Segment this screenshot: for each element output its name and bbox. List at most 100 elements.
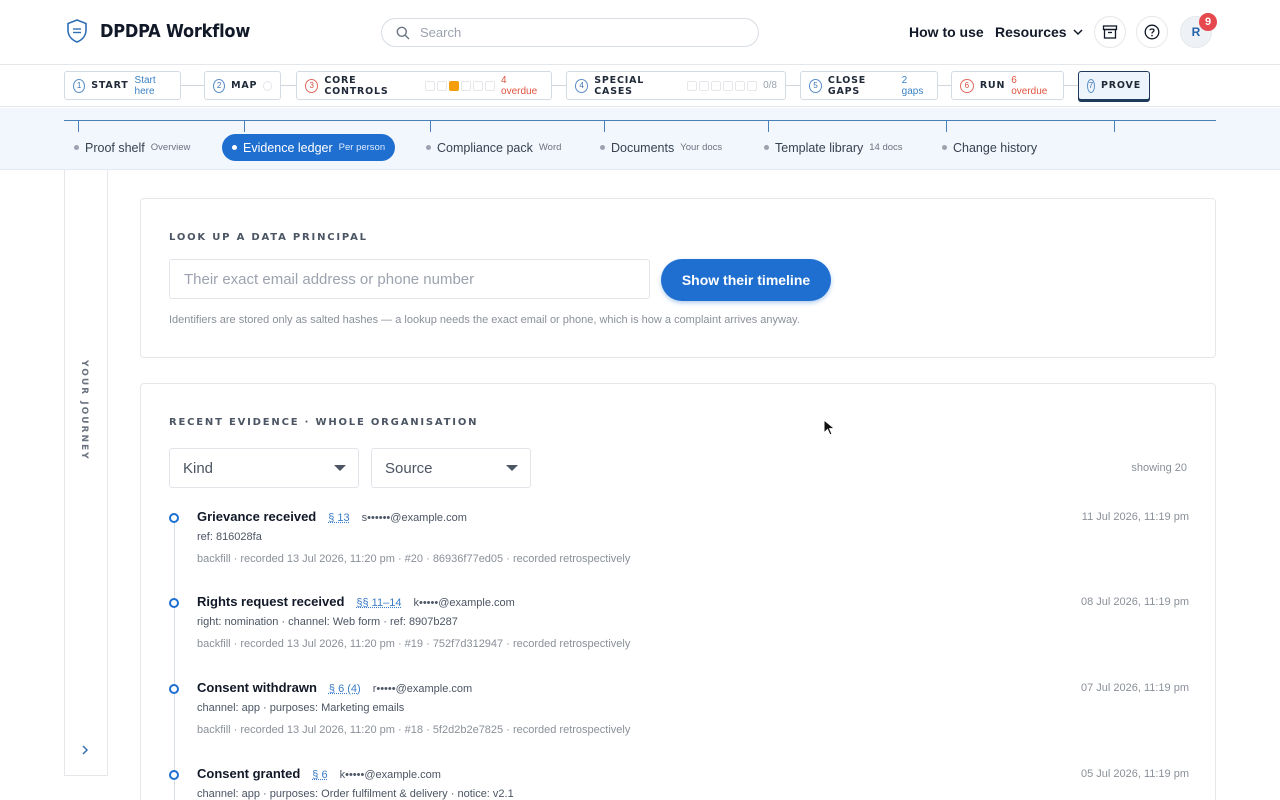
- lookup-title: LOOK UP A DATA PRINCIPAL: [169, 232, 368, 243]
- evidence-detail: ref: 816028fa: [197, 531, 262, 543]
- show-timeline-button[interactable]: Show their timeline: [661, 259, 831, 301]
- recent-evidence-title: RECENT EVIDENCE · WHOLE ORGANISATION: [169, 417, 478, 428]
- step-connector: [551, 85, 566, 86]
- step-label: CLOSE GAPS: [828, 75, 896, 97]
- evidence-entry[interactable]: Rights request received §§ 11–14 k•••••@…: [169, 594, 1189, 654]
- subnav-label: Evidence ledger: [243, 141, 333, 155]
- evidence-entry[interactable]: Consent withdrawn § 6 (4) r•••••@example…: [169, 680, 1189, 740]
- archive-button[interactable]: [1094, 16, 1126, 48]
- evidence-detail: channel: app · purposes: Order fulfilmen…: [197, 788, 514, 800]
- timeline-dot: [169, 684, 179, 694]
- subnav-dot: [764, 145, 769, 150]
- step-label: SPECIAL CASES: [594, 75, 681, 97]
- subnav-label: Proof shelf: [85, 141, 145, 155]
- progress-square: [723, 81, 733, 91]
- progress-square: [735, 81, 745, 91]
- step-number: 1: [73, 79, 85, 93]
- step-run[interactable]: 6 RUN 6 overdue: [951, 71, 1064, 100]
- step-prove[interactable]: 7 PROVE: [1078, 71, 1150, 100]
- evidence-detail: right: nomination · channel: Web form · …: [197, 616, 458, 628]
- recent-evidence-card: RECENT EVIDENCE · WHOLE ORGANISATION Kin…: [140, 383, 1216, 800]
- step-connector: [180, 85, 205, 86]
- chevron-down-icon: [1073, 28, 1083, 36]
- kind-select-label: Kind: [183, 460, 213, 477]
- subnav-proof-shelf[interactable]: Proof shelf Overview: [74, 134, 190, 161]
- evidence-meta: backfill · recorded 13 Jul 2026, 11:20 p…: [197, 724, 630, 736]
- subnav-tick: [946, 120, 947, 132]
- progress-square: [485, 81, 495, 91]
- subnav-hint: Word: [539, 142, 562, 153]
- principal-lookup-input[interactable]: Their exact email address or phone numbe…: [169, 259, 650, 299]
- subnav-hint: Per person: [339, 142, 385, 153]
- section-link[interactable]: §§ 11–14: [356, 597, 401, 609]
- caret-down-icon: [334, 465, 346, 471]
- top-header: DPDPA Workflow Search How to use Resourc…: [0, 0, 1280, 65]
- subnav-dot: [426, 145, 431, 150]
- brand[interactable]: DPDPA Workflow: [66, 19, 250, 43]
- archive-icon: [1102, 24, 1118, 40]
- sub-navigation: Proof shelf Overview Evidence ledger Per…: [0, 108, 1280, 170]
- step-number: 6: [960, 79, 974, 93]
- step-label: PROVE: [1101, 80, 1141, 91]
- step-start[interactable]: 1 START Start here: [64, 71, 181, 100]
- progress-squares: [687, 81, 757, 91]
- subnav-documents[interactable]: Documents Your docs: [600, 134, 722, 161]
- evidence-detail: channel: app · purposes: Marketing email…: [197, 702, 404, 714]
- progress-squares: [425, 81, 495, 91]
- kind-select[interactable]: Kind: [169, 448, 359, 488]
- progress-square: [687, 81, 697, 91]
- source-select[interactable]: Source: [371, 448, 531, 488]
- app-title: DPDPA Workflow: [100, 21, 250, 42]
- step-core-controls[interactable]: 3 CORE CONTROLS 4 overdue: [296, 71, 552, 100]
- step-connector: [937, 85, 951, 86]
- timeline-dot: [169, 770, 179, 780]
- evidence-entry[interactable]: Grievance received § 13 s••••••@example.…: [169, 509, 1189, 569]
- step-number: 2: [213, 79, 225, 93]
- subnav-dot: [74, 145, 79, 150]
- section-link[interactable]: § 13: [328, 512, 349, 524]
- search-icon: [396, 26, 410, 40]
- step-connector: [1063, 85, 1078, 86]
- section-link[interactable]: § 6: [312, 769, 327, 781]
- principal-email: r•••••@example.com: [373, 683, 473, 695]
- help-button[interactable]: [1136, 16, 1168, 48]
- section-link[interactable]: § 6 (4): [329, 683, 361, 695]
- lookup-card: LOOK UP A DATA PRINCIPAL Their exact ema…: [140, 198, 1216, 358]
- progress-square: [263, 81, 272, 91]
- journey-sidebar[interactable]: YOUR JOURNEY: [64, 170, 108, 776]
- evidence-date: 07 Jul 2026, 11:19 pm: [1081, 682, 1189, 694]
- subnav-tick: [768, 120, 769, 132]
- subnav-tick: [1114, 120, 1115, 132]
- step-close-gaps[interactable]: 5 CLOSE GAPS 2 gaps: [800, 71, 938, 100]
- subnav-label: Compliance pack: [437, 141, 533, 155]
- step-number: 7: [1087, 79, 1095, 93]
- step-label: MAP: [231, 80, 257, 91]
- mouse-cursor-icon: [823, 419, 837, 437]
- step-special-cases[interactable]: 4 SPECIAL CASES 0/8: [566, 71, 786, 100]
- subnav-template-library[interactable]: Template library 14 docs: [764, 134, 903, 161]
- source-select-label: Source: [385, 460, 433, 477]
- step-map[interactable]: 2 MAP: [204, 71, 281, 100]
- chevron-right-icon[interactable]: [80, 744, 90, 756]
- help-icon: [1144, 24, 1160, 40]
- progress-square: [461, 81, 471, 91]
- step-connector: [785, 85, 800, 86]
- subnav-hint: Overview: [151, 142, 191, 153]
- principal-email: k•••••@example.com: [340, 769, 441, 781]
- subnav-change-history[interactable]: Change history: [942, 134, 1037, 161]
- step-number: 4: [575, 79, 588, 93]
- timeline-dot: [169, 598, 179, 608]
- how-to-use-link[interactable]: How to use: [909, 24, 984, 40]
- subnav-dot: [942, 145, 947, 150]
- principal-email: s••••••@example.com: [362, 512, 467, 524]
- subnav-compliance-pack[interactable]: Compliance pack Word: [426, 134, 561, 161]
- resources-menu[interactable]: Resources: [995, 24, 1083, 40]
- evidence-kind: Grievance received: [197, 509, 316, 524]
- shield-logo-icon: [66, 19, 88, 43]
- evidence-meta: backfill · recorded 13 Jul 2026, 11:20 p…: [197, 553, 630, 565]
- search-input[interactable]: Search: [381, 18, 759, 47]
- subnav-evidence-ledger[interactable]: Evidence ledger Per person: [222, 134, 395, 161]
- evidence-entry[interactable]: Consent granted § 6 k•••••@example.com 0…: [169, 766, 1189, 800]
- step-status: 4 overdue: [501, 75, 543, 97]
- step-status: Start here: [135, 75, 172, 97]
